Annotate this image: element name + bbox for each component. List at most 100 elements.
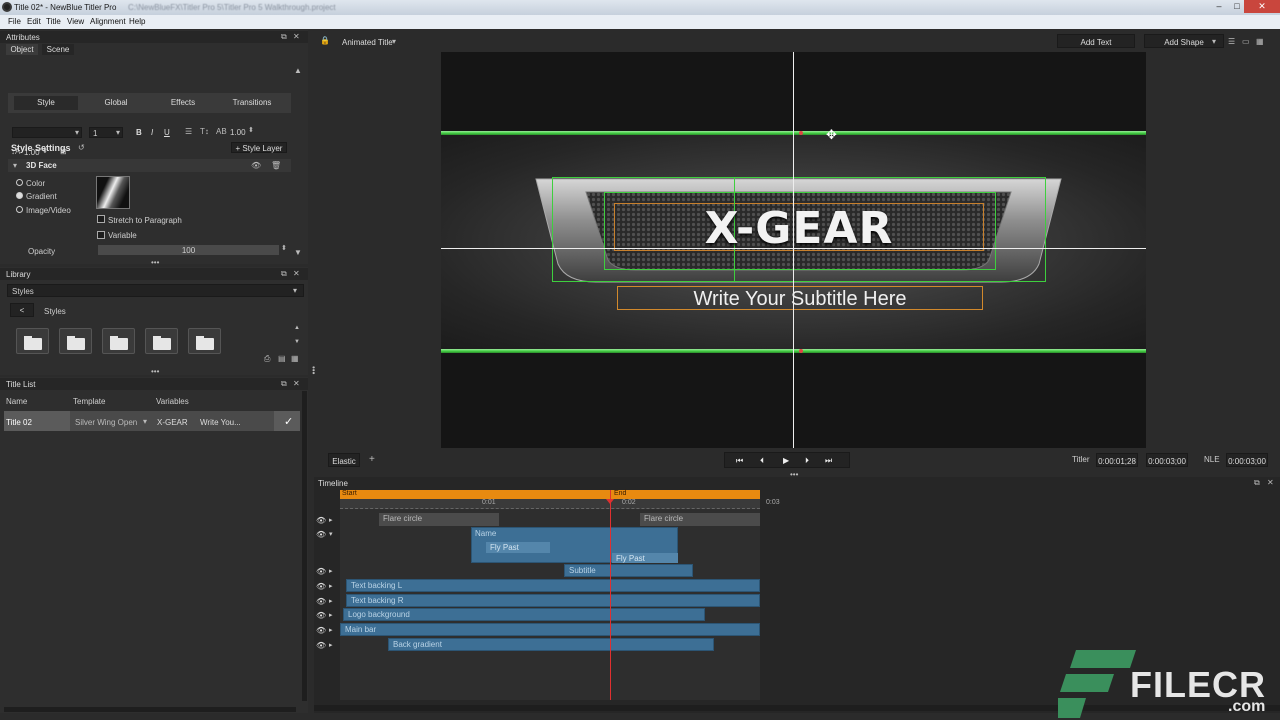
tab-effects[interactable]: Effects bbox=[153, 98, 213, 107]
time-ruler[interactable]: 0:01 0:02 0:03 bbox=[340, 499, 784, 509]
nle-time-field[interactable]: 0:00:03;00 bbox=[1226, 453, 1268, 467]
reset-icon[interactable]: ↺ bbox=[78, 143, 85, 152]
variable-checkbox[interactable] bbox=[97, 231, 105, 239]
kerning-value[interactable]: 1.00 bbox=[230, 128, 246, 137]
preview-canvas[interactable]: X-GEAR Write Your Subtitle Here ✥ bbox=[441, 52, 1146, 448]
title-list-scrollbar[interactable] bbox=[302, 391, 307, 701]
scroll-down-icon[interactable]: ▼ bbox=[294, 248, 302, 257]
row-var-1[interactable]: X-GEAR bbox=[157, 418, 188, 427]
opacity-stepper-icon[interactable]: ⬍ bbox=[281, 244, 287, 252]
track-fly-past-in[interactable]: Fly Past bbox=[486, 542, 550, 553]
size-dropdown-icon[interactable]: ▾ bbox=[116, 128, 120, 137]
track-main-bar[interactable]: Main bar bbox=[340, 623, 760, 636]
safe-area-icon[interactable]: ▭ bbox=[1242, 37, 1250, 46]
library-folder-2[interactable] bbox=[59, 328, 92, 354]
radio-gradient[interactable] bbox=[16, 192, 23, 199]
add-shape-dropdown-icon[interactable]: ▾ bbox=[1212, 37, 1216, 46]
expand-icon-flare[interactable]: ▸ bbox=[329, 516, 333, 524]
visibility-icon-name[interactable]: 👁 bbox=[316, 530, 326, 539]
play-icon[interactable]: ▶ bbox=[783, 456, 789, 465]
library-scroll-down-icon[interactable]: ▼ bbox=[294, 339, 300, 345]
track-name-group[interactable]: Name Fly Past Fly Past bbox=[471, 527, 678, 563]
style-layer-button[interactable]: + Style Layer bbox=[231, 142, 287, 153]
collapse-icon[interactable]: ▾ bbox=[13, 161, 17, 170]
library-back-button[interactable]: < bbox=[10, 303, 34, 317]
expand-icon-subtitle[interactable]: ▸ bbox=[329, 567, 333, 575]
grid-view-icon[interactable]: ▦ bbox=[1256, 37, 1264, 46]
main-title-text[interactable]: X-GEAR bbox=[603, 203, 995, 254]
panel-float-icon[interactable]: ⧉ bbox=[281, 32, 287, 42]
title-list-float-icon[interactable]: ⧉ bbox=[281, 379, 287, 389]
skip-end-icon[interactable]: ⏭ bbox=[825, 456, 832, 466]
visibility-icon-logo-bg[interactable]: 👁 bbox=[316, 611, 326, 620]
text-size-icon[interactable]: T↕ bbox=[200, 127, 209, 136]
panel-close-icon[interactable]: ✕ bbox=[293, 32, 300, 41]
menu-view[interactable]: View bbox=[67, 17, 84, 26]
row-template[interactable]: Silver Wing Open bbox=[75, 418, 137, 427]
library-folder-5[interactable] bbox=[188, 328, 221, 354]
subtitle-text[interactable]: Write Your Subtitle Here bbox=[617, 288, 983, 311]
expand-icon-logo-bg[interactable]: ▸ bbox=[329, 611, 333, 619]
step-back-icon[interactable]: ⏴ bbox=[760, 456, 764, 466]
horizontal-guide[interactable] bbox=[441, 248, 1146, 249]
library-category-select[interactable]: Styles bbox=[7, 284, 304, 297]
visibility-icon-backing-l[interactable]: 👁 bbox=[316, 582, 326, 591]
subtab-object[interactable]: Object bbox=[6, 44, 38, 55]
expand-icon-backing-r[interactable]: ▸ bbox=[329, 597, 333, 605]
menu-title[interactable]: Title bbox=[46, 17, 61, 26]
font-dropdown-icon[interactable]: ▾ bbox=[75, 128, 79, 137]
align-icon[interactable]: ☰ bbox=[185, 127, 192, 136]
visibility-icon-flare[interactable]: 👁 bbox=[316, 516, 326, 525]
column-name[interactable]: Name bbox=[6, 397, 27, 406]
column-template[interactable]: Template bbox=[73, 397, 105, 406]
vertical-guide[interactable] bbox=[793, 52, 794, 448]
gradient-swatch[interactable] bbox=[96, 176, 130, 209]
expand-icon-main-bar[interactable]: ▸ bbox=[329, 626, 333, 634]
visibility-icon-backing-r[interactable]: 👁 bbox=[316, 597, 326, 606]
checkmark-icon[interactable]: ✓ bbox=[284, 415, 293, 428]
face-layer-row[interactable]: ▾ 3D Face 👁 🗑 bbox=[8, 159, 291, 172]
add-text-button[interactable]: Add Text bbox=[1057, 34, 1135, 48]
menu-alignment[interactable]: Alignment bbox=[90, 17, 126, 26]
bold-icon[interactable]: B bbox=[136, 128, 142, 137]
anchor-point-top[interactable] bbox=[799, 131, 803, 135]
font-family-select[interactable] bbox=[12, 127, 82, 138]
library-scroll-up-icon[interactable]: ▲ bbox=[294, 325, 300, 331]
playhead-marker-icon[interactable] bbox=[606, 499, 614, 504]
title-list-close-icon[interactable]: ✕ bbox=[293, 379, 300, 388]
table-row[interactable]: Title 02 Silver Wing Open ▾ X-GEAR Write… bbox=[4, 411, 300, 431]
expand-icon-name[interactable]: ▾ bbox=[329, 530, 333, 538]
add-tab-icon[interactable]: + bbox=[369, 454, 375, 465]
start-end-bar[interactable]: Start End bbox=[340, 490, 760, 499]
splitter-handle-icon[interactable]: ••• bbox=[151, 258, 159, 267]
timeline-close-icon[interactable]: ✕ bbox=[1267, 478, 1274, 487]
library-folder-icon[interactable]: ▤ bbox=[278, 354, 286, 363]
library-folder-3[interactable] bbox=[102, 328, 135, 354]
vertical-splitter-icon[interactable]: ••• bbox=[309, 366, 318, 374]
kerning-icon[interactable]: AB bbox=[216, 127, 227, 136]
duration-field[interactable]: 0:00:03;00 bbox=[1146, 453, 1188, 467]
expand-icon-back-gradient[interactable]: ▸ bbox=[329, 641, 333, 649]
library-folder-1[interactable] bbox=[16, 328, 49, 354]
playhead[interactable] bbox=[610, 490, 611, 700]
radio-image-video[interactable] bbox=[16, 206, 23, 213]
visibility-icon-main-bar[interactable]: 👁 bbox=[316, 626, 326, 635]
radio-color[interactable] bbox=[16, 179, 23, 186]
current-time-field[interactable]: 0:00:01;28 bbox=[1096, 453, 1138, 467]
template-dropdown-icon[interactable]: ▾ bbox=[143, 417, 147, 426]
track-text-backing-r[interactable]: Text backing R bbox=[346, 594, 760, 607]
library-dropdown-icon[interactable]: ▾ bbox=[293, 286, 297, 295]
library-save-icon[interactable]: ⎙ bbox=[264, 354, 270, 364]
skip-start-icon[interactable]: ⏮ bbox=[736, 456, 743, 466]
underline-icon[interactable]: U bbox=[164, 128, 170, 137]
scroll-up-icon[interactable]: ▲ bbox=[294, 66, 302, 75]
menu-file[interactable]: File bbox=[8, 17, 21, 26]
mode-dropdown-icon[interactable]: ▾ bbox=[392, 37, 396, 46]
stretch-checkbox[interactable] bbox=[97, 215, 105, 223]
library-folder-4[interactable] bbox=[145, 328, 178, 354]
visibility-icon-back-gradient[interactable]: 👁 bbox=[316, 641, 326, 650]
track-flare-circle-1[interactable]: Flare circle bbox=[379, 513, 499, 526]
track-flare-circle-2[interactable]: Flare circle bbox=[640, 513, 760, 526]
timeline-float-icon[interactable]: ⧉ bbox=[1254, 478, 1260, 488]
delete-icon[interactable]: 🗑 bbox=[271, 161, 281, 170]
